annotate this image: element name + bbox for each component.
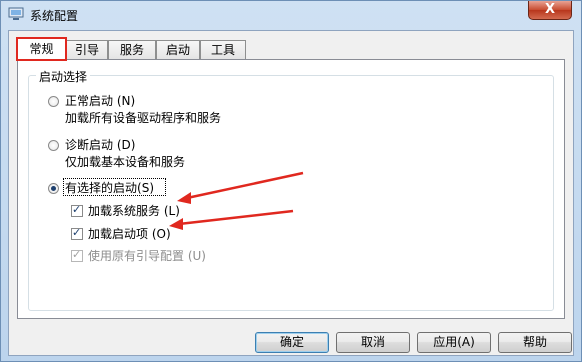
tab-general[interactable]: 常规 [16,37,67,61]
annotation-arrowhead-services [177,192,191,204]
annotation-arrowhead-startup-items [169,218,183,230]
annotation-arrow-startup-items [178,209,294,226]
annotation-arrow-services [186,171,304,200]
system-config-window: 系统配置 X 常规 引导 服务 启动 工具 启动选择 正常启动 (N) 加载所有… [0,0,582,362]
annotation-arrows [169,171,304,230]
